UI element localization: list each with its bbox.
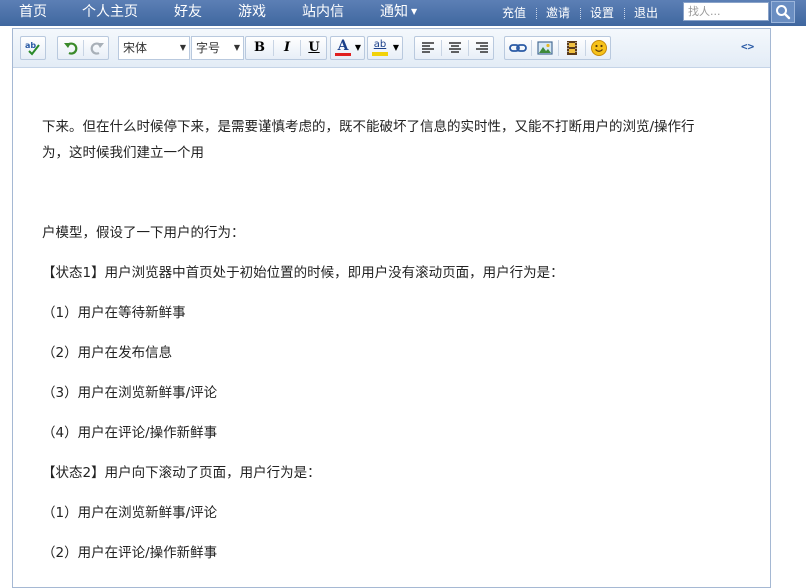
insert-image-button[interactable] bbox=[532, 37, 558, 59]
caret-down-icon: ▼ bbox=[411, 7, 418, 16]
search-input[interactable]: 找人... bbox=[683, 2, 769, 21]
content-line: 户模型，假设了一下用户的行为： bbox=[42, 225, 245, 241]
content-line: 【状态2】用户向下滚动了页面，用户行为是： bbox=[42, 465, 321, 481]
content-line: （3）用户在浏览新鲜事/评论 bbox=[42, 385, 218, 401]
font-size-select[interactable]: 字号 ▼ bbox=[191, 36, 244, 60]
spellcheck-icon: ab bbox=[25, 41, 40, 56]
insert-video-button[interactable] bbox=[559, 37, 585, 59]
nav-invite[interactable]: 邀请 bbox=[546, 0, 570, 26]
underline-button[interactable]: U bbox=[301, 37, 327, 59]
align-center-button[interactable] bbox=[442, 37, 468, 59]
undo-icon bbox=[63, 42, 77, 55]
content-line: （2）用户在评论/操作新鲜事 bbox=[42, 545, 218, 561]
align-left-button[interactable] bbox=[415, 37, 441, 59]
text-color-button[interactable]: A ▼ bbox=[330, 36, 365, 60]
editor-toolbar: ab 宋体 ▼ 字号 ▼ B I U A ▼ ab ▼ <> bbox=[13, 29, 770, 68]
search-button[interactable] bbox=[771, 1, 795, 23]
content-line: 【状态1】用户浏览器中首页处于初始位置的时候，即用户没有滚动页面，用户行为是： bbox=[42, 265, 564, 281]
text-style-group: B I U bbox=[245, 36, 327, 60]
chevron-down-icon: ▼ bbox=[354, 43, 361, 52]
content-line: （1）用户在浏览新鲜事/评论 bbox=[42, 505, 218, 521]
nav-recharge[interactable]: 充值 bbox=[502, 0, 526, 26]
nav-settings[interactable]: 设置 bbox=[590, 0, 614, 26]
nav-separator bbox=[536, 8, 538, 19]
nav-logout[interactable]: 退出 bbox=[634, 0, 658, 26]
search-icon bbox=[776, 5, 791, 20]
undo-button[interactable] bbox=[58, 37, 83, 59]
font-size-value: 字号 bbox=[196, 41, 221, 55]
alignment-group bbox=[414, 36, 494, 60]
nav-profile[interactable]: 个人主页 bbox=[82, 0, 138, 26]
content-line: （4）用户在评论/操作新鲜事 bbox=[42, 425, 218, 441]
chevron-down-icon: ▼ bbox=[179, 43, 186, 52]
top-nav-bar: 首页 个人主页 好友 游戏 站内信 通知 ▼ 充值 邀请 设置 退出 找人... bbox=[0, 0, 806, 26]
nav-notifications[interactable]: 通知 ▼ bbox=[380, 0, 417, 26]
align-center-icon bbox=[449, 42, 461, 53]
redo-icon bbox=[90, 42, 104, 55]
nav-separator bbox=[580, 8, 582, 19]
nav-messages[interactable]: 站内信 bbox=[302, 0, 344, 26]
bold-button[interactable]: B bbox=[246, 37, 273, 59]
link-icon bbox=[509, 44, 527, 52]
content-line: （2）用户在发布信息 bbox=[42, 345, 173, 361]
chevron-down-icon: ▼ bbox=[392, 43, 399, 52]
content-line: （1）用户在等待新鲜事 bbox=[42, 305, 186, 321]
image-icon bbox=[537, 41, 553, 55]
highlight-color-button[interactable]: ab ▼ bbox=[367, 36, 403, 60]
italic-button[interactable]: I bbox=[274, 37, 300, 59]
content-line: 下来。但在什么时候停下来，是需要谨慎考虑的，既不能破坏了信息的实时性，又能不打断… bbox=[42, 119, 695, 135]
content-line: 为，这时候我们建立一个用 bbox=[42, 145, 204, 161]
insert-emoticon-button[interactable] bbox=[586, 37, 611, 59]
spellcheck-button[interactable]: ab bbox=[20, 36, 46, 60]
nav-separator bbox=[624, 8, 626, 19]
font-family-value: 宋体 bbox=[123, 41, 148, 55]
align-right-icon bbox=[475, 42, 488, 53]
svg-text:ab: ab bbox=[25, 41, 36, 50]
font-family-select[interactable]: 宋体 ▼ bbox=[118, 36, 190, 60]
source-code-icon[interactable]: <> bbox=[741, 40, 761, 56]
insert-link-button[interactable] bbox=[505, 37, 531, 59]
chevron-down-icon: ▼ bbox=[233, 43, 240, 52]
nav-notifications-label: 通知 bbox=[380, 4, 408, 20]
emoticon-icon bbox=[590, 40, 607, 56]
insert-group bbox=[504, 36, 611, 60]
highlight-swatch bbox=[372, 52, 388, 56]
nav-games[interactable]: 游戏 bbox=[238, 0, 266, 26]
nav-friends[interactable]: 好友 bbox=[174, 0, 202, 26]
align-right-button[interactable] bbox=[469, 37, 494, 59]
text-color-swatch bbox=[335, 53, 351, 56]
rich-text-editor: ab 宋体 ▼ 字号 ▼ B I U A ▼ ab ▼ <> 下来。但在什么时候… bbox=[12, 28, 771, 588]
nav-home[interactable]: 首页 bbox=[19, 0, 47, 26]
redo-button[interactable] bbox=[84, 37, 109, 59]
undo-redo-group bbox=[57, 36, 109, 60]
align-left-icon bbox=[422, 42, 434, 53]
video-icon bbox=[567, 41, 577, 55]
